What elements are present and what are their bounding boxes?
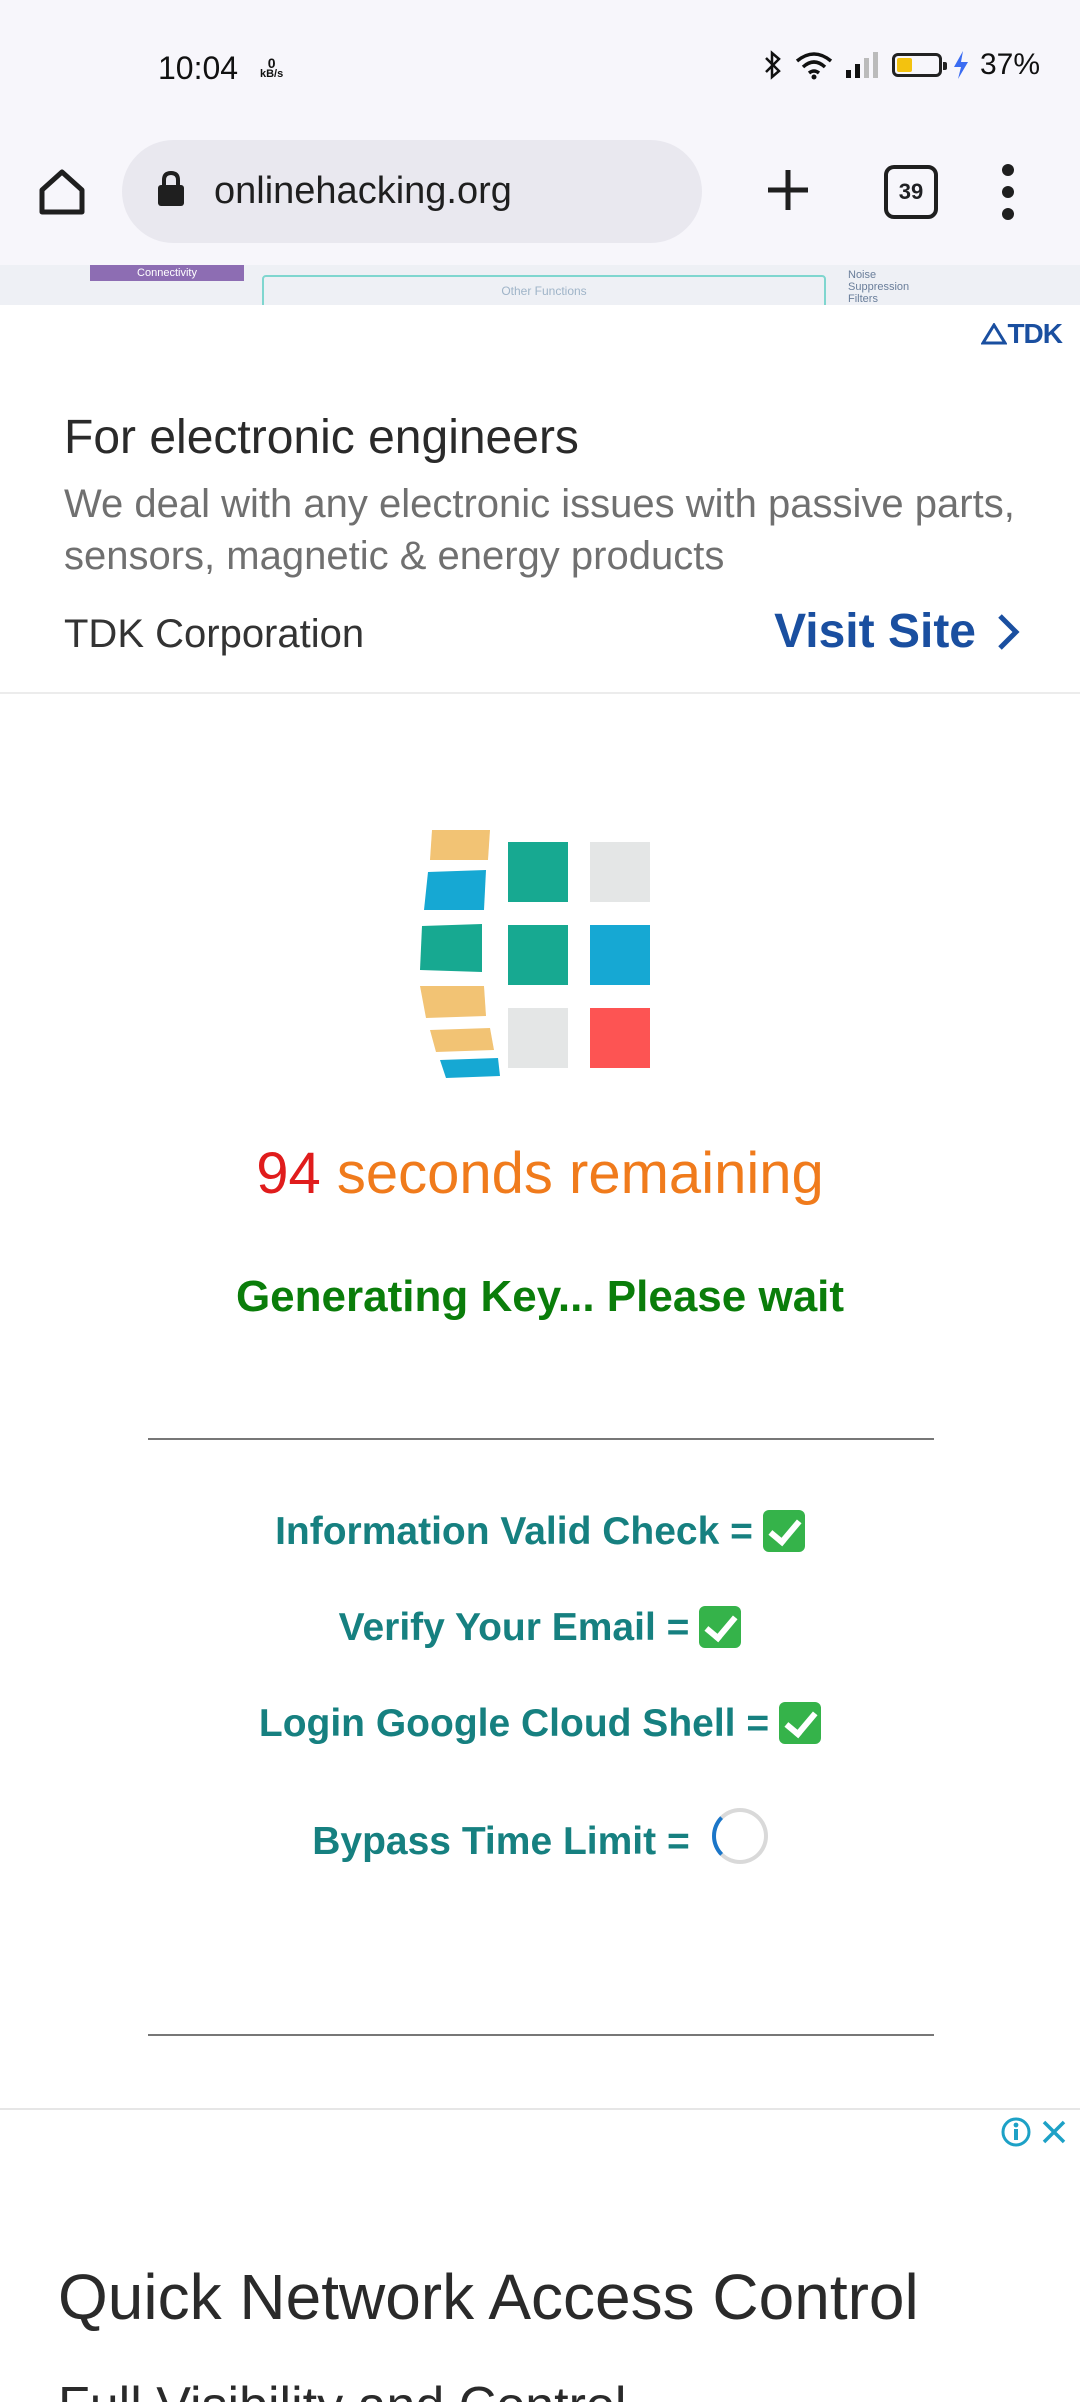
charging-icon	[953, 51, 968, 79]
lock-icon	[158, 170, 184, 206]
divider-top	[148, 1438, 934, 1440]
plus-icon[interactable]	[760, 162, 816, 218]
chevron-right-icon	[998, 613, 1020, 650]
status-message: Generating Key... Please wait	[235, 1272, 845, 1321]
ad-divider	[0, 692, 1080, 694]
ad-strip-label: Noise Suppression Filters	[848, 269, 910, 305]
status-bar: 10:04 0 kB/s 37%	[0, 0, 1080, 140]
check-mark-icon	[779, 1702, 822, 1744]
countdown-number: 94	[256, 1141, 321, 1206]
tabs-button[interactable]: 39	[884, 165, 938, 219]
battery-percent: 37%	[979, 48, 1040, 81]
bluetooth-icon	[765, 50, 781, 80]
tdk-logo-text: TDK	[1007, 318, 1063, 349]
ad-description: We deal with any electronic issues with …	[64, 482, 1015, 578]
ad-info-icon[interactable]	[1000, 2116, 1032, 2148]
check-row: Bypass Time Limit =	[0, 1808, 1080, 1864]
countdown: 94 seconds remaining	[0, 1140, 1080, 1207]
home-icon[interactable]	[34, 164, 90, 220]
countdown-text: seconds remaining	[336, 1141, 824, 1206]
check-mark-icon	[699, 1606, 742, 1648]
visit-site-button[interactable]: Visit Site	[774, 604, 1020, 659]
check-label: Information Valid Check =	[275, 1510, 753, 1553]
menu-icon[interactable]	[1000, 162, 1016, 222]
visit-site-label: Visit Site	[774, 605, 976, 658]
check-label: Bypass Time Limit =	[312, 1820, 690, 1863]
ad-controls	[1000, 2116, 1070, 2148]
network-speed-unit: kB/s	[260, 68, 284, 80]
wifi-icon	[795, 52, 833, 80]
check-mark-icon	[762, 1510, 805, 1552]
tab-count: 39	[898, 179, 924, 204]
bottom-ad[interactable]: Quick Network Access Control Full Visibi…	[0, 2108, 1080, 2402]
network-speed: 0 kB/s	[260, 56, 284, 80]
status-icons: 37%	[762, 48, 1040, 82]
ad-title[interactable]: For electronic engineers	[64, 410, 579, 465]
signal-icon	[845, 52, 878, 78]
ad-close-icon[interactable]	[1038, 2116, 1070, 2148]
divider-bottom	[148, 2034, 934, 2036]
check-row: Information Valid Check =	[0, 1510, 1080, 1554]
bottom-ad-subtitle: Full Visibility and Control	[58, 2376, 626, 2402]
check-row: Verify Your Email =	[0, 1606, 1080, 1650]
check-label: Verify Your Email =	[338, 1606, 690, 1649]
check-row: Login Google Cloud Shell =	[0, 1702, 1080, 1746]
tdk-logo: TDK	[980, 318, 1063, 350]
check-label: Login Google Cloud Shell =	[258, 1702, 770, 1745]
tdk-logo-mark	[980, 322, 1009, 345]
battery-level	[896, 58, 912, 72]
battery-icon	[891, 53, 947, 77]
bottom-ad-title[interactable]: Quick Network Access Control	[58, 2260, 919, 2334]
url-text: onlinehacking.org	[214, 170, 512, 212]
browser-toolbar: onlinehacking.org 39	[0, 140, 1080, 265]
ad-strip-connectivity: Connectivity	[90, 265, 244, 281]
address-bar[interactable]: onlinehacking.org	[122, 140, 702, 243]
status-time: 10:04	[158, 50, 239, 86]
site-logo-icon	[420, 830, 650, 1078]
ad-strip-functions: Other Functions	[262, 275, 826, 305]
ad-strip-label: Other Functions	[501, 284, 587, 298]
ad-strip-label: Connectivity	[137, 267, 197, 279]
ad-banner-image[interactable]: Connectivity Other Functions Noise Suppr…	[0, 265, 1080, 305]
loading-spinner-icon	[711, 1808, 768, 1864]
ad-advertiser: TDK Corporation	[64, 612, 365, 656]
ad-strip-filters: Noise Suppression Filters	[848, 269, 928, 305]
